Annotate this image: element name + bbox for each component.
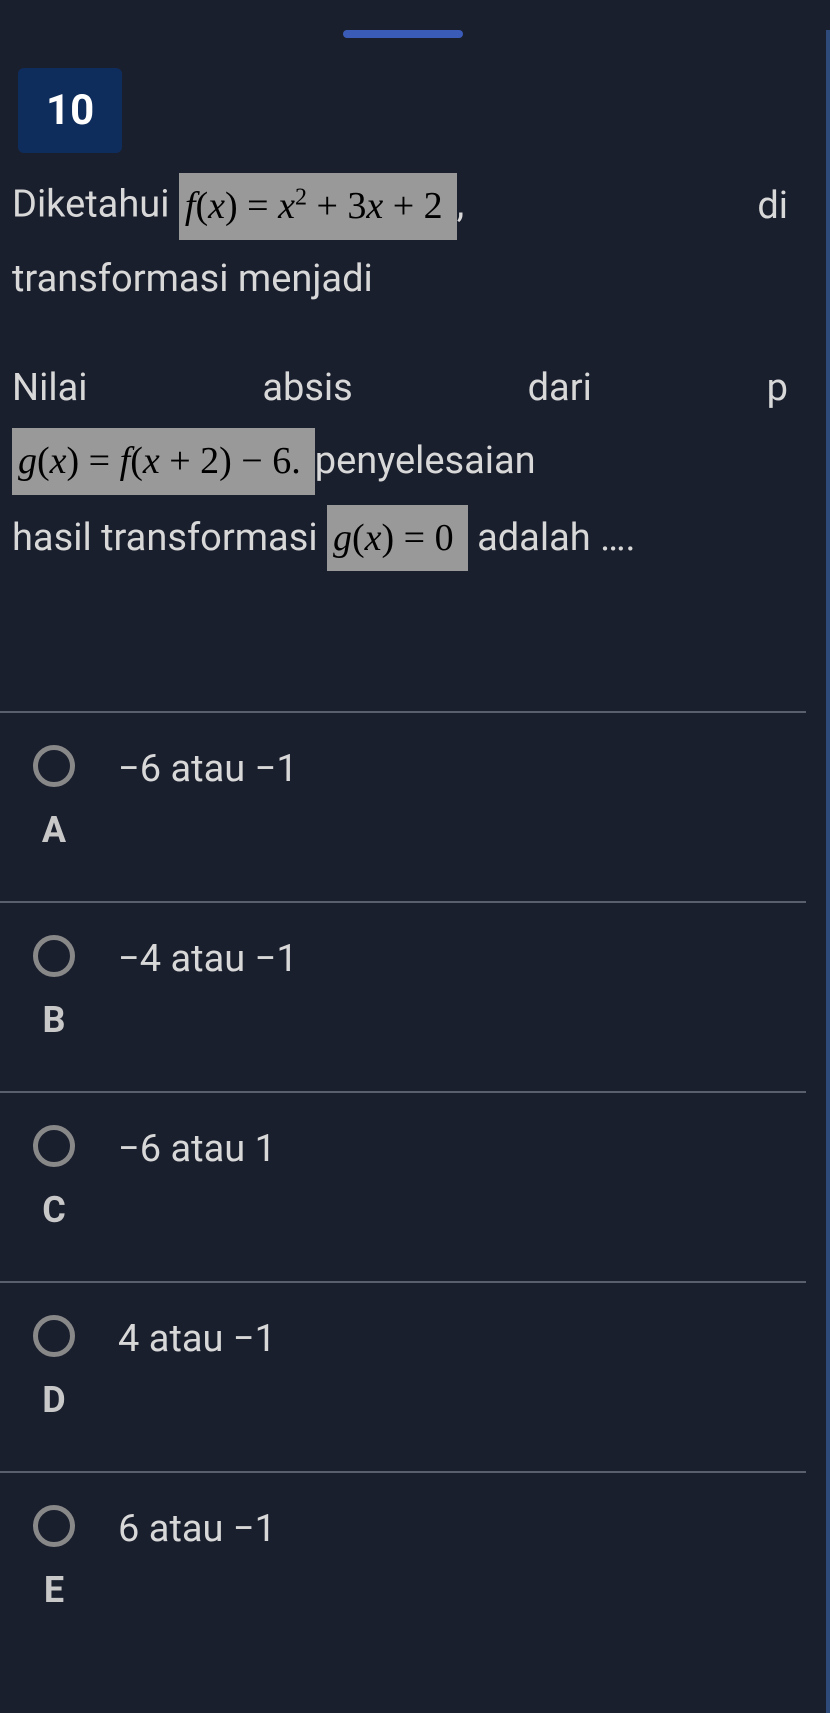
formula-gx-def: g(x) = f(x + 2) − 6. bbox=[12, 428, 315, 495]
option-text: −6 atau −1 bbox=[118, 745, 298, 791]
option-d[interactable]: D 4 atau −1 bbox=[0, 1281, 806, 1471]
option-letter: C bbox=[42, 1189, 66, 1231]
option-text: −4 atau −1 bbox=[118, 935, 298, 981]
option-text: −6 atau 1 bbox=[118, 1125, 276, 1171]
option-letter: B bbox=[43, 999, 66, 1041]
question-number-badge: 10 bbox=[18, 68, 122, 153]
radio-d[interactable] bbox=[33, 1315, 75, 1357]
option-a[interactable]: A −6 atau −1 bbox=[0, 711, 806, 901]
drag-handle[interactable] bbox=[343, 30, 463, 38]
question-text-part: dari bbox=[528, 359, 592, 418]
option-letter: E bbox=[44, 1569, 64, 1611]
option-b[interactable]: B −4 atau −1 bbox=[0, 901, 806, 1091]
option-c[interactable]: C −6 atau 1 bbox=[0, 1091, 806, 1281]
option-letter: D bbox=[42, 1379, 65, 1421]
question-text-part: di bbox=[757, 177, 788, 236]
question-body: Diketahui f(x) = x2 + 3x + 2f(x) = x² + … bbox=[0, 173, 806, 611]
radio-c[interactable] bbox=[33, 1125, 75, 1167]
radio-a[interactable] bbox=[33, 745, 75, 787]
formula-fx: f(x) = x2 + 3x + 2 bbox=[179, 173, 457, 240]
question-text-part: Diketahui bbox=[12, 182, 169, 226]
question-text-part: adalah …. bbox=[477, 509, 635, 568]
option-letter: A bbox=[42, 809, 66, 851]
formula-gx-zero: g(x) = 0 bbox=[327, 505, 468, 572]
question-text-part: absis bbox=[262, 359, 352, 418]
question-text-part: hasil transformasi bbox=[12, 509, 318, 568]
question-text-part: penyelesaian bbox=[315, 432, 536, 491]
option-text: 6 atau −1 bbox=[118, 1505, 276, 1551]
question-text-part: p bbox=[767, 359, 788, 418]
scrollbar[interactable] bbox=[812, 30, 830, 1713]
question-text-part: Nilai bbox=[12, 359, 88, 418]
radio-e[interactable] bbox=[33, 1505, 75, 1547]
question-text-part: transformasi menjadi bbox=[12, 257, 373, 301]
option-text: 4 atau −1 bbox=[118, 1315, 276, 1361]
options-list: A −6 atau −1 B −4 atau −1 C −6 atau 1 D … bbox=[0, 711, 806, 1661]
radio-b[interactable] bbox=[33, 935, 75, 977]
option-e[interactable]: E 6 atau −1 bbox=[0, 1471, 806, 1661]
